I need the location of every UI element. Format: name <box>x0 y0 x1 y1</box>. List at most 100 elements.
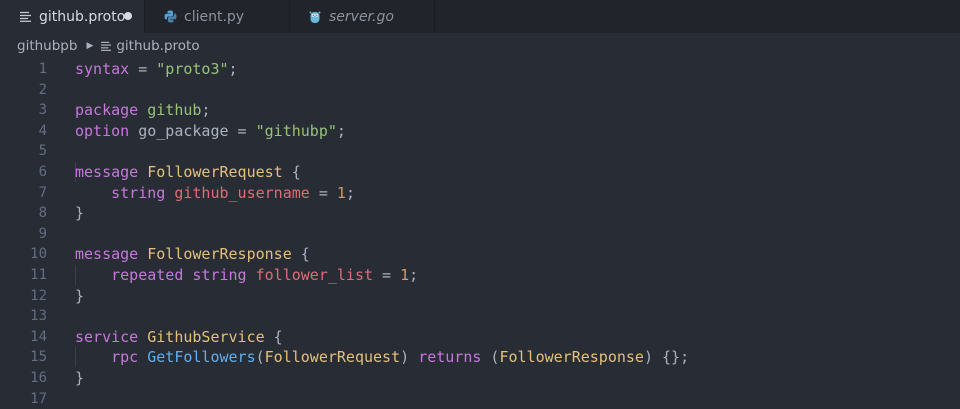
code-token: option <box>75 121 130 140</box>
lines-file-icon <box>17 9 33 25</box>
line-number: 7 <box>38 184 47 201</box>
tab-github-proto[interactable]: github.proto <box>0 0 145 33</box>
tab-label: client.py <box>184 8 245 25</box>
code-token: ) {}; <box>643 348 690 367</box>
code-line[interactable]: 13 <box>0 306 960 327</box>
code-line[interactable]: 16} <box>0 368 960 389</box>
tab-label: server.go <box>329 8 394 25</box>
code-token: = <box>373 265 401 284</box>
code-token: repeated <box>111 265 184 284</box>
line-number: 2 <box>38 81 47 98</box>
code-line[interactable]: 10 message FollowerResponse { <box>0 244 960 265</box>
code-token: string <box>192 265 247 284</box>
line-code: message FollowerRequest { <box>75 162 301 183</box>
code-token: } <box>75 368 85 387</box>
code-token: FollowerRequest <box>147 162 283 181</box>
line-code: package github; <box>75 100 210 121</box>
line-code: option go_package = "githubp"; <box>75 121 346 142</box>
line-number: 1 <box>38 61 47 77</box>
code-token: service <box>75 327 139 346</box>
line-number: 5 <box>38 143 47 160</box>
code-line[interactable]: 8} <box>0 203 960 224</box>
code-token: ) <box>400 348 419 367</box>
code-token: message <box>75 245 139 264</box>
code-token: } <box>75 204 85 223</box>
breadcrumb-file[interactable]: github.proto <box>116 38 199 54</box>
line-number: 14 <box>30 328 47 345</box>
line-number: 11 <box>30 266 47 283</box>
code-token: message <box>75 162 139 181</box>
tab-bar: github.proto client.py server.go <box>0 0 960 33</box>
code-line[interactable]: 5 <box>0 141 960 162</box>
code-token: FollowerResponse <box>147 245 292 264</box>
code-token: ( <box>255 348 265 367</box>
code-token: } <box>75 286 85 305</box>
code-line[interactable]: 7 string github_username = 1; <box>0 183 960 204</box>
line-number: 10 <box>30 246 47 263</box>
code-token: github <box>147 101 202 120</box>
breadcrumb-folder[interactable]: githubpb <box>17 38 77 54</box>
line-code: repeated string follower_list = 1; <box>75 265 418 286</box>
line-code: string github_username = 1; <box>75 183 355 204</box>
breadcrumb: githubpb ▶ github.proto <box>0 33 960 59</box>
code-token: GetFollowers <box>147 348 256 367</box>
code-token: github_username <box>174 183 310 202</box>
code-line[interactable]: 17 <box>0 389 960 409</box>
line-code: rpc GetFollowers(FollowerRequest) return… <box>75 347 689 368</box>
code-token: syntax <box>75 60 130 78</box>
code-token: package <box>75 101 139 120</box>
code-line[interactable]: 14 service GithubService { <box>0 327 960 348</box>
line-number: 3 <box>38 102 47 119</box>
code-line[interactable]: 12} <box>0 286 960 307</box>
code-line[interactable]: 11 repeated string follower_list = 1; <box>0 265 960 286</box>
line-number: 13 <box>30 308 47 325</box>
code-token: ; <box>409 265 419 284</box>
code-token: go_package = <box>129 121 256 140</box>
code-line[interactable]: 2 <box>0 80 960 101</box>
code-token: GithubService <box>147 327 265 346</box>
tab-server-go[interactable]: server.go <box>290 0 435 33</box>
code-token: ; <box>345 183 355 202</box>
code-token: ( <box>481 348 500 367</box>
python-icon <box>162 9 178 25</box>
code-token: 1 <box>400 265 410 284</box>
code-token: ; <box>201 101 211 120</box>
tab-label: github.proto <box>39 8 126 25</box>
line-number: 6 <box>38 163 47 180</box>
code-line[interactable]: 3 package github; <box>0 100 960 121</box>
line-code: syntax = "proto3"; <box>75 59 238 80</box>
line-code: } <box>75 286 84 307</box>
code-line[interactable]: 4 option go_package = "githubp"; <box>0 121 960 142</box>
line-number: 12 <box>30 287 47 304</box>
code-token: rpc <box>111 348 139 367</box>
line-code: service GithubService { <box>75 327 283 348</box>
lines-file-icon <box>101 41 112 51</box>
code-line[interactable]: 9 <box>0 224 960 245</box>
code-token: FollowerResponse <box>499 348 644 367</box>
code-line[interactable]: 15 rpc GetFollowers(FollowerRequest) ret… <box>0 347 960 368</box>
line-number: 17 <box>30 390 47 407</box>
tab-client-py[interactable]: client.py <box>145 0 290 33</box>
code-line[interactable]: 6 message FollowerRequest { <box>0 162 960 183</box>
code-editor[interactable]: 1 syntax = "proto3"; 2 3 package github; 4 opt… <box>0 59 960 409</box>
code-token: ; <box>228 60 238 78</box>
code-token: returns <box>418 348 482 367</box>
code-token: FollowerRequest <box>264 348 401 367</box>
line-number: 8 <box>38 205 47 222</box>
line-code: message FollowerResponse { <box>75 244 310 265</box>
code-token: ; <box>336 121 346 140</box>
line-number: 9 <box>38 225 47 242</box>
modified-dot-icon[interactable] <box>124 12 132 20</box>
code-token: "githubp" <box>255 121 337 140</box>
code-line[interactable]: 1 syntax = "proto3"; <box>0 59 960 80</box>
line-code: } <box>75 203 84 224</box>
code-token: = <box>309 183 337 202</box>
